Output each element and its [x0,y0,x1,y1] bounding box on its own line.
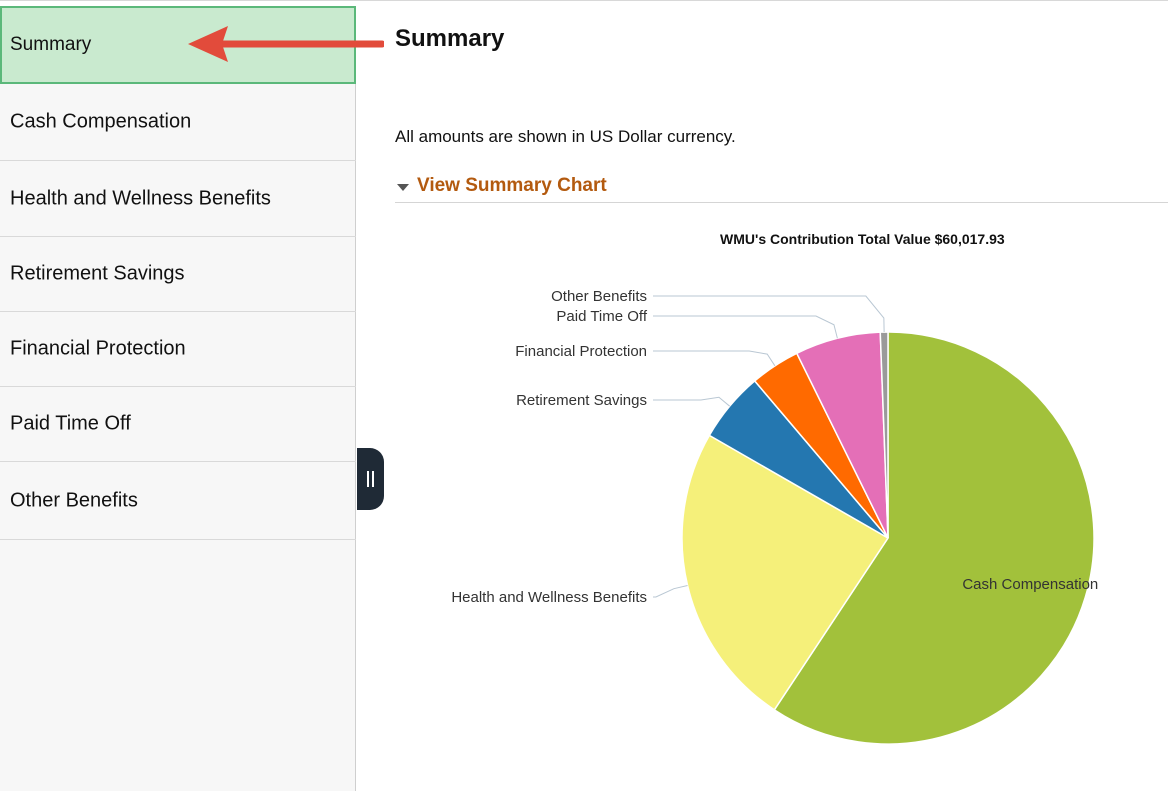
pie-leader-line [653,295,885,333]
pie-chart: Cash Compensation Health and Wellness Ben… [451,288,1098,745]
sidebar-item-financial-protection[interactable]: Financial Protection [0,312,356,387]
page-title: Summary [395,25,505,52]
pie-label-paid-time-off: Paid Time Off [556,308,647,325]
pie-leader-line [653,315,838,339]
sidebar-item-other-benefits[interactable]: Other Benefits [0,462,356,540]
pie-leader-line [653,396,731,407]
pie-label-other-benefits: Other Benefits [551,288,647,305]
triangle-down-icon [397,183,409,191]
pie-label-cash-compensation: Cash Compensation [962,576,1098,593]
top-border [0,0,1168,1]
sidebar-item-paid-time-off[interactable]: Paid Time Off [0,387,356,462]
sidebar-item-label: Retirement Savings [10,262,185,285]
currency-note: All amounts are shown in US Dollar curre… [395,127,736,146]
sidebar-item-health-and-wellness[interactable]: Health and Wellness Benefits [0,161,356,237]
pie-leader-line [653,584,688,598]
sidebar-item-label: Other Benefits [10,489,138,511]
pie-label-retirement-savings: Retirement Savings [516,392,647,409]
annotation-arrow-icon [188,26,384,62]
sidebar: Summary Cash Compensation Health and Wel… [0,6,356,791]
sidebar-item-cash-compensation[interactable]: Cash Compensation [0,84,356,161]
pie-leader-line [653,350,776,367]
sidebar-item-label: Summary [10,34,92,55]
section-divider [395,202,1168,203]
section-toggle-label: View Summary Chart [417,175,607,196]
sidebar-item-label: Paid Time Off [10,412,131,435]
pie-label-financial-protection: Financial Protection [515,343,647,360]
pie-label-health-and-wellness-benefits: Health and Wellness Benefits [451,589,647,606]
sidebar-item-retirement-savings[interactable]: Retirement Savings [0,237,356,312]
view-summary-chart-toggle[interactable]: View Summary Chart [397,175,607,197]
sidebar-item-label: Health and Wellness Benefits [10,187,271,209]
sidebar-item-label: Financial Protection [10,337,186,360]
sidebar-item-label: Cash Compensation [10,110,192,133]
